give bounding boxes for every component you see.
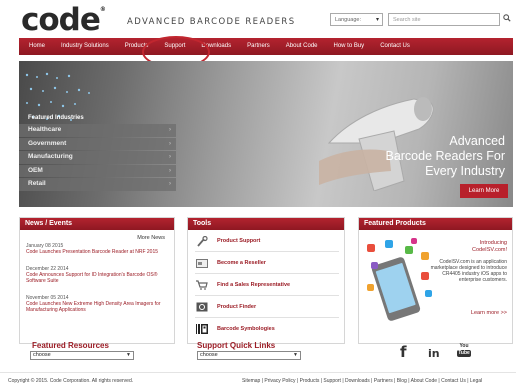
tagline: ADVANCED BARCODE READERS — [127, 17, 296, 27]
copyright-text: Copyright © 2015. Code Corporation. All … — [8, 378, 134, 384]
news-item[interactable]: November 05 2014 Code Launches New Extre… — [26, 295, 170, 313]
news-events-panel: News / Events More News January 08 2015 … — [19, 217, 175, 344]
code-logo[interactable]: code® — [21, 5, 106, 36]
featured-products-title: Featured Products — [359, 218, 512, 230]
featured-industries: Featured Industries Healthcare › Governme… — [19, 115, 176, 192]
search-icon[interactable] — [501, 13, 513, 26]
tool-become-reseller[interactable]: Become a Reseller — [195, 254, 339, 272]
tools-panel: Tools Product Support Become a Reseller … — [187, 217, 345, 344]
industry-oem[interactable]: OEM › — [19, 164, 176, 177]
card-icon — [195, 258, 209, 269]
wrench-icon — [195, 235, 209, 247]
chevron-right-icon: › — [169, 181, 171, 187]
divider — [195, 295, 339, 296]
featured-resources-title: Featured Resources — [32, 341, 109, 350]
support-quick-links-title: Support Quick Links — [197, 341, 276, 350]
chevron-right-icon: › — [169, 167, 171, 174]
footer-divider — [0, 372, 516, 373]
nav-contact-us[interactable]: Contact Us — [372, 38, 418, 55]
chevron-right-icon: › — [169, 154, 171, 160]
news-events-title: News / Events — [20, 218, 174, 230]
tool-product-finder[interactable]: Product Finder — [195, 298, 339, 316]
nav-partners[interactable]: Partners — [239, 38, 278, 55]
chevron-right-icon: › — [169, 127, 171, 133]
chevron-down-icon: ▾ — [375, 17, 379, 23]
footer-links[interactable]: Sitemap | Privacy Policy | Products | Su… — [242, 378, 482, 384]
featured-resources-select[interactable]: choose ▼ — [30, 351, 134, 360]
search-input[interactable]: Search site — [388, 13, 500, 26]
barcode-icon — [195, 324, 209, 335]
linkedin-icon[interactable]: in — [428, 347, 440, 360]
industry-retail[interactable]: Retail › — [19, 178, 176, 191]
nav-how-to-buy[interactable]: How to Buy — [326, 38, 373, 55]
facebook-icon[interactable]: f — [400, 343, 407, 361]
featured-description: Introducing CodeISV.com! CodeISV.com is … — [429, 240, 507, 283]
tools-title: Tools — [188, 218, 344, 230]
app-marketplace-illustration — [367, 238, 432, 321]
hero-headline: Advanced Barcode Readers For Every Indus… — [385, 134, 505, 178]
tool-barcode-symbologies[interactable]: Barcode Symbologies — [195, 320, 339, 338]
support-quick-links-select[interactable]: choose ▼ — [197, 351, 301, 360]
learn-more-button[interactable]: Learn More — [460, 184, 508, 198]
news-item[interactable]: December 22 2014 Code Announces Support … — [26, 266, 170, 284]
featured-headline: Introducing CodeISV.com! — [472, 240, 507, 253]
featured-body: CodeISV.com is an application marketplac… — [430, 259, 507, 283]
news-item[interactable]: January 08 2015 Code Launches Presentati… — [26, 243, 170, 255]
nav-home[interactable]: Home — [19, 38, 53, 55]
industry-healthcare[interactable]: Healthcare › — [19, 124, 176, 137]
language-select[interactable]: Language: ▾ — [330, 13, 383, 26]
chevron-down-icon: ▼ — [293, 352, 298, 358]
divider — [195, 317, 339, 318]
cart-icon — [195, 280, 209, 291]
hero-banner: Featured Industries Healthcare › Governme… — [19, 61, 513, 207]
tool-product-support[interactable]: Product Support — [195, 232, 339, 250]
tool-find-sales-rep[interactable]: Find a Sales Representative — [195, 276, 339, 294]
featured-learn-more-link[interactable]: Learn more >> — [471, 310, 507, 316]
nav-about-code[interactable]: About Code — [278, 38, 326, 55]
divider — [195, 273, 339, 274]
youtube-icon[interactable]: You Tube — [457, 344, 471, 357]
main-nav: Home Industry Solutions Products Support… — [19, 38, 513, 55]
featured-industries-label: Featured Industries — [28, 115, 84, 121]
industry-manufacturing[interactable]: Manufacturing › — [19, 151, 176, 164]
chevron-right-icon: › — [169, 140, 171, 147]
industry-government[interactable]: Government › — [19, 137, 176, 150]
more-news-link[interactable]: More News — [137, 235, 165, 241]
magnifier-icon — [195, 302, 209, 313]
divider — [195, 251, 339, 252]
featured-products-panel: Featured Products Introducing CodeISV.co… — [358, 217, 513, 344]
nav-industry-solutions[interactable]: Industry Solutions — [53, 38, 117, 55]
chevron-down-icon: ▼ — [126, 352, 131, 358]
